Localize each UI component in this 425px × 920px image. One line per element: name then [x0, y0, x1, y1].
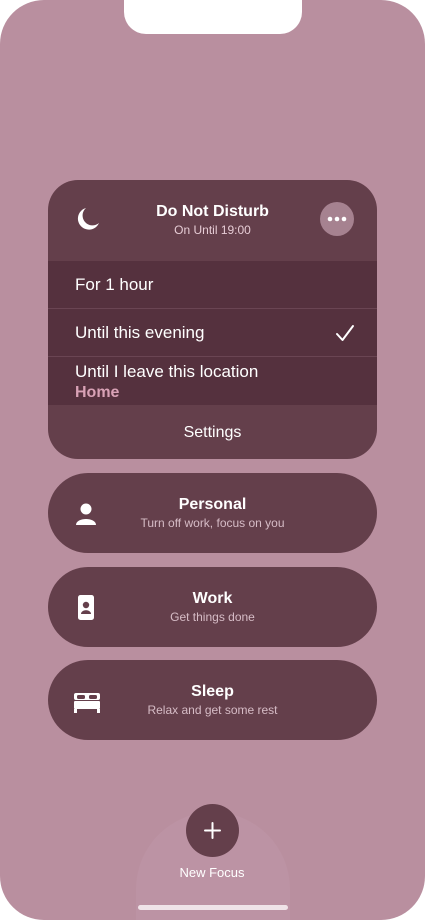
option-for-1-hour[interactable]: For 1 hour — [48, 261, 377, 308]
phone-screen: Do Not Disturb On Until 19:00 For 1 hour… — [0, 0, 425, 920]
focus-personal[interactable]: Personal Turn off work, focus on you — [48, 473, 377, 553]
focus-title: Sleep — [191, 683, 234, 700]
dnd-header[interactable]: Do Not Disturb On Until 19:00 — [48, 180, 377, 260]
new-focus-button[interactable] — [186, 804, 239, 857]
dnd-card: Do Not Disturb On Until 19:00 For 1 hour… — [48, 180, 377, 459]
home-indicator[interactable] — [138, 905, 288, 910]
focus-subtitle: Turn off work, focus on you — [140, 516, 285, 530]
more-button[interactable] — [320, 202, 354, 236]
focus-subtitle: Get things done — [170, 610, 255, 624]
focus-subtitle: Relax and get some rest — [147, 703, 278, 717]
focus-sleep[interactable]: Sleep Relax and get some rest — [48, 660, 377, 740]
plus-icon — [204, 822, 221, 839]
option-label: Until I leave this location — [75, 362, 259, 381]
ellipsis-icon — [327, 216, 347, 222]
option-until-this-evening[interactable]: Until this evening — [48, 309, 377, 356]
notch — [124, 0, 302, 34]
option-label: Until this evening — [75, 323, 205, 342]
duration-options: For 1 hour Until this evening Until I le… — [48, 261, 377, 405]
option-label: For 1 hour — [75, 275, 154, 294]
new-focus-label: New Focus — [179, 865, 245, 880]
location-label: Home — [75, 384, 120, 401]
option-until-leave-location[interactable]: Until I leave this location Home — [48, 357, 377, 405]
settings-button[interactable]: Settings — [48, 406, 377, 459]
focus-title: Personal — [178, 496, 247, 513]
focus-work[interactable]: Work Get things done — [48, 567, 377, 647]
checkmark-icon — [336, 325, 354, 341]
focus-title: Work — [192, 590, 233, 607]
